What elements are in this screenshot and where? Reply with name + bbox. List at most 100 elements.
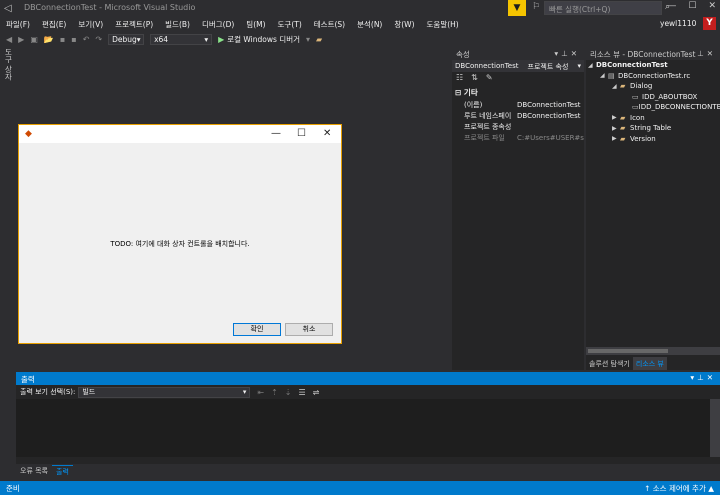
redo-icon[interactable]: ↷: [95, 35, 102, 44]
menu-build[interactable]: 빌드(B): [159, 19, 196, 30]
tree-folder[interactable]: ▶ ▰ Icon: [586, 113, 720, 124]
tab-solution-explorer[interactable]: 솔루션 탐색기: [586, 357, 633, 370]
tree-root[interactable]: ◢ DBConnectionTest: [586, 60, 720, 71]
menu-file[interactable]: 파일(F): [0, 19, 36, 30]
back-icon[interactable]: ◀: [6, 35, 12, 44]
close-icon[interactable]: ✕: [707, 49, 716, 58]
menu-tools[interactable]: 도구(T): [272, 19, 308, 30]
toolbar-extra-icon[interactable]: ▰: [316, 35, 322, 44]
clear-all-icon[interactable]: ☰: [298, 388, 305, 397]
expanded-icon[interactable]: ◢: [612, 83, 620, 90]
add-to-source-control-button[interactable]: ↑ 소스 제어에 추가 ▲: [644, 483, 714, 494]
chevron-down-icon: ▾: [136, 35, 141, 44]
alphabetical-icon[interactable]: ⇅: [471, 73, 478, 85]
quick-launch-input[interactable]: 빠른 실행(Ctrl+Q): [544, 1, 662, 15]
configuration-combo[interactable]: Debug ▾: [108, 34, 145, 45]
pin-icon[interactable]: ⊥: [697, 373, 707, 382]
folder-icon: ▰: [620, 113, 626, 122]
next-message-icon[interactable]: ⇣: [285, 388, 292, 397]
output-toolbar: 출력 보기 선택(S): 빌드 ▾ ⇤ ⇡ ⇣ ☰ ⇌: [16, 385, 720, 399]
tree-folder[interactable]: ▶ ▰ String Table: [586, 123, 720, 134]
horizontal-scrollbar[interactable]: [586, 347, 720, 355]
start-debugging-icon[interactable]: ▶: [218, 35, 224, 44]
user-name[interactable]: yewl1110: [660, 19, 696, 28]
notification-filter-icon[interactable]: ▼: [508, 0, 526, 16]
previous-message-icon[interactable]: ⇡: [271, 388, 278, 397]
save-icon[interactable]: ▪: [60, 35, 65, 44]
tab-output[interactable]: 출력: [52, 465, 73, 477]
dialog-minimize-icon[interactable]: —: [271, 128, 281, 139]
properties-toolbar: ☷ ⇅ ✎: [452, 72, 584, 86]
close-icon[interactable]: ✕: [708, 1, 716, 11]
cancel-button[interactable]: 취소: [285, 323, 333, 336]
tree-item-dialog[interactable]: ▭ IDD_ABOUTBOX: [586, 92, 720, 103]
close-icon[interactable]: ✕: [707, 373, 716, 382]
menu-team[interactable]: 팀(M): [240, 19, 271, 30]
menu-help[interactable]: 도움말(H): [421, 19, 465, 30]
tree-rc-file[interactable]: ◢ ▤ DBConnectionTest.rc: [586, 71, 720, 82]
new-project-icon[interactable]: ▣: [30, 35, 38, 44]
close-icon[interactable]: ✕: [571, 49, 580, 58]
vertical-scrollbar[interactable]: [710, 399, 720, 457]
property-row[interactable]: 프로젝트 파일 C:#Users#USER#sou: [452, 132, 584, 143]
forward-icon[interactable]: ▶: [18, 35, 24, 44]
collapsed-icon[interactable]: ▶: [612, 125, 620, 132]
output-text-area[interactable]: [16, 399, 710, 457]
menu-edit[interactable]: 편집(E): [36, 19, 72, 30]
ok-button[interactable]: 확인: [233, 323, 281, 336]
dialog-preview[interactable]: ◆ — ☐ ✕ TODO: 여기에 대화 상자 컨트롤을 배치합니다. 확인 취…: [18, 124, 342, 344]
property-category[interactable]: ⊟ 기타: [452, 86, 584, 99]
start-debugging-button[interactable]: 로컬 Windows 디버거: [227, 34, 300, 45]
categorized-icon[interactable]: ☷: [456, 73, 463, 85]
user-avatar[interactable]: Y: [703, 17, 716, 30]
tree-label: String Table: [630, 124, 672, 133]
scrollbar-thumb[interactable]: [588, 349, 668, 353]
word-wrap-icon[interactable]: ⇌: [313, 388, 320, 397]
property-value[interactable]: DBConnectionTest: [514, 112, 584, 120]
tree-item-dialog[interactable]: ▭ IDD_DBCONNECTIONTE: [586, 102, 720, 113]
tab-resource-view[interactable]: 리소스 뷰: [632, 357, 667, 370]
dialog-maximize-icon[interactable]: ☐: [297, 128, 306, 139]
tree-label: Dialog: [630, 82, 653, 91]
collapsed-icon[interactable]: ▶: [612, 114, 620, 121]
expanded-icon[interactable]: ◢: [600, 72, 608, 79]
property-value[interactable]: DBConnectionTest: [514, 101, 584, 109]
menu-debug[interactable]: 디버그(D): [196, 19, 240, 30]
save-all-icon[interactable]: ▪: [71, 35, 76, 44]
output-source-select[interactable]: 빌드 ▾: [78, 386, 251, 398]
expanded-icon[interactable]: ◢: [588, 62, 596, 69]
property-row[interactable]: (이름) DBConnectionTest: [452, 99, 584, 110]
property-name: 프로젝트 종속성: [464, 122, 512, 131]
tree-folder[interactable]: ▶ ▰ Version: [586, 134, 720, 145]
menu-project[interactable]: 프로젝트(P): [109, 19, 159, 30]
tree-folder-dialog[interactable]: ◢ ▰ Dialog: [586, 81, 720, 92]
property-row[interactable]: 프로젝트 종속성: [452, 121, 584, 132]
object-type: 프로젝트 속성: [527, 63, 569, 71]
tab-error-list[interactable]: 오류 목록: [16, 465, 52, 477]
properties-object-selector[interactable]: DBConnectionTest 프로젝트 속성 ▾: [452, 60, 584, 72]
property-value[interactable]: C:#Users#USER#sou: [514, 134, 584, 142]
menu-analyze[interactable]: 분석(N): [351, 19, 388, 30]
wrench-icon[interactable]: ✎: [486, 73, 493, 85]
tree-label: DBConnectionTest: [596, 61, 668, 70]
feedback-icon[interactable]: ⚐: [532, 2, 540, 12]
property-row[interactable]: 루트 네임스페이 DBConnectionTest: [452, 110, 584, 121]
tree-label: IDD_ABOUTBOX: [642, 92, 698, 101]
pin-icon[interactable]: ⊥: [697, 49, 707, 58]
open-file-icon[interactable]: 📂: [44, 35, 54, 44]
menu-view[interactable]: 보기(V): [72, 19, 109, 30]
standard-toolbar: ◀ ▶ ▣ 📂 ▪ ▪ ↶ ↷ Debug ▾ x64 ▾ ▶ 로컬 Windo…: [0, 32, 720, 47]
undo-icon[interactable]: ↶: [83, 35, 90, 44]
platform-combo[interactable]: x64 ▾: [150, 34, 213, 45]
maximize-icon[interactable]: ☐: [688, 1, 696, 11]
find-message-icon[interactable]: ⇤: [257, 388, 264, 397]
pin-icon[interactable]: ⊥: [561, 49, 571, 58]
menu-window[interactable]: 창(W): [388, 19, 420, 30]
chevron-down-icon[interactable]: ▾: [306, 35, 310, 44]
collapse-icon[interactable]: ⊟: [455, 88, 461, 97]
minimize-icon[interactable]: —: [667, 1, 676, 11]
menu-test[interactable]: 테스트(S): [308, 19, 351, 30]
toolbox-tab[interactable]: 도구 상자: [2, 48, 14, 108]
collapsed-icon[interactable]: ▶: [612, 135, 620, 142]
dialog-close-icon[interactable]: ✕: [323, 128, 331, 139]
